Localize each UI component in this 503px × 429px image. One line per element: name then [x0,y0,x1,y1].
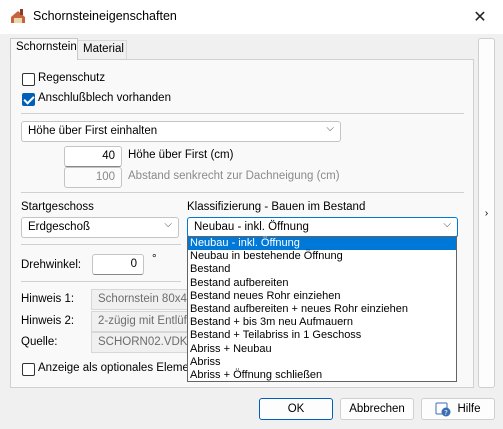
chimney-icon [11,9,25,23]
chevron-right-icon: › [484,207,489,219]
klassifizierung-value: Neubau - inkl. Öffnung [194,221,309,233]
separator [21,192,464,193]
abstand-label: Abstand senkrecht zur Dachneigung (cm) [128,170,340,182]
klassifizierung-label: Klassifizierung - Bauen im Bestand [187,201,366,213]
abstand-input[interactable]: 100 [64,167,122,188]
cancel-button[interactable]: Abbrechen [340,398,414,420]
drehwinkel-unit: ° [152,253,157,265]
ok-button[interactable]: OK [259,398,333,420]
chevron-down-icon: ⌵ [443,219,451,230]
title-bar: Schornsteineigenschaften ✕ [0,0,503,34]
tab-material[interactable]: Material [77,40,127,60]
close-icon: ✕ [473,9,487,26]
dropdown-option[interactable]: Bestand aufbereiten [188,277,456,290]
anschlussblech-label: Anschlußblech vorhanden [38,92,171,104]
drehwinkel-label: Drehwinkel: [21,259,82,271]
dropdown-option[interactable]: Bestand neues Rohr einziehen [188,290,456,303]
dropdown-option[interactable]: Neubau in bestehende Öffnung [188,250,456,263]
startgeschoss-select[interactable]: Erdgeschoß ⌵ [21,217,179,238]
regenschutz-checkbox[interactable] [22,73,35,86]
expand-panel-button[interactable]: › [478,38,495,388]
quelle-field: SCHORN02.VDK [91,332,191,353]
close-button[interactable]: ✕ [457,0,503,34]
separator [21,113,464,114]
anzeige-label: Anzeige als optionales Element [38,362,199,374]
dropdown-option[interactable]: Bestand [188,263,456,276]
chevron-down-icon: ⌵ [326,123,334,134]
dropdown-option[interactable]: Abriss + Neubau [188,343,456,356]
klassifizierung-dropdown-list[interactable]: Neubau - inkl. Öffnung Neubau in bestehe… [187,236,457,382]
dropdown-option[interactable]: Bestand + bis 3m neu Aufmauern [188,316,456,329]
svg-text:?: ? [445,409,449,417]
dropdown-option[interactable]: Bestand aufbereiten + neues Rohr einzieh… [188,303,456,316]
tab-schornstein[interactable]: Schornstein [10,38,78,60]
window-title: Schornsteineigenschaften [33,9,177,23]
hinweis2-label: Hinweis 2: [21,315,75,327]
help-button[interactable]: ? Hilfe [421,398,495,420]
drehwinkel-input[interactable]: 0 [92,254,144,275]
separator [21,281,181,282]
quelle-label: Quelle: [21,336,58,348]
chevron-down-icon: ⌵ [164,219,172,230]
separator [21,244,181,245]
hoehe-label: Höhe über First (cm) [128,149,234,161]
regenschutz-label: Regenschutz [38,72,106,84]
startgeschoss-label: Startgeschoss [21,201,94,213]
hoehe-input[interactable]: 40 [64,146,122,167]
hinweis2-field: 2-zügig mit Entlüftu [91,311,191,332]
hoehe-mode-value: Höhe über First einhalten [28,125,158,137]
startgeschoss-value: Erdgeschoß [28,221,91,233]
hinweis1-label: Hinweis 1: [21,293,75,305]
klassifizierung-select[interactable]: Neubau - inkl. Öffnung ⌵ [187,217,458,238]
help-label: Hilfe [457,403,481,415]
dropdown-option[interactable]: Abriss + Öffnung schließen [188,369,456,382]
dropdown-option[interactable]: Neubau - inkl. Öffnung [188,237,456,251]
anzeige-checkbox[interactable] [22,363,35,376]
anschlussblech-checkbox[interactable] [22,93,35,106]
dropdown-option[interactable]: Abriss [188,356,456,369]
hoehe-mode-select[interactable]: Höhe über First einhalten ⌵ [21,121,341,142]
help-icon: ? [435,402,451,417]
dropdown-option[interactable]: Bestand + Teilabriss in 1 Geschoss [188,329,456,342]
hinweis1-field: Schornstein 80x45 [91,289,191,310]
